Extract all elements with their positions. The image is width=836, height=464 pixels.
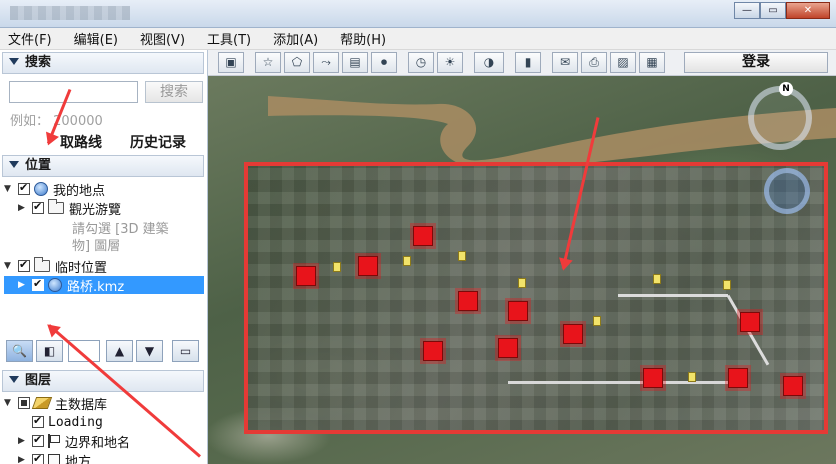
minimize-button[interactable]: — [734, 2, 760, 19]
maximize-button[interactable]: ▭ [760, 2, 786, 19]
places-section-header[interactable]: 位置 [2, 155, 204, 177]
database-layer-icon [31, 397, 53, 409]
historical-imagery-icon[interactable]: ◷ [408, 52, 434, 73]
expand-right-icon[interactable]: ▶ [18, 436, 28, 446]
tree-item-label: 物] 圖層 [72, 238, 121, 254]
directions-link[interactable]: 取路线 [60, 132, 102, 152]
checkbox[interactable] [32, 452, 44, 464]
add-path-icon[interactable]: ⤳ [313, 52, 339, 73]
checkbox[interactable] [18, 258, 30, 272]
search-header-label: 搜索 [25, 55, 52, 70]
flag-icon [48, 434, 60, 448]
close-button[interactable]: ✕ [786, 2, 830, 19]
navigation-compass[interactable] [748, 86, 812, 150]
search-button[interactable]: 搜索 [145, 81, 203, 103]
folder-open-icon [34, 257, 50, 272]
sidebar: 搜索 搜索 例如： 200000 取路线 历史记录 位置 ▼ 我的地点 ▶ 觀光… [0, 50, 208, 464]
checkbox[interactable] [18, 397, 30, 409]
save-image-icon[interactable]: ▨ [610, 52, 636, 73]
search-input[interactable] [9, 81, 138, 103]
menu-file[interactable]: 文件(F) [8, 29, 52, 48]
expand-down-icon[interactable]: ▼ [4, 261, 14, 271]
collapse-triangle-icon [9, 161, 19, 168]
move-down-icon[interactable]: ▼ [136, 340, 163, 362]
login-button[interactable]: 登录 [684, 52, 828, 73]
menu-view[interactable]: 视图(V) [140, 29, 185, 48]
history-link[interactable]: 历史记录 [130, 132, 186, 152]
tree-item-hint-line2: 物] 圖層 [72, 235, 121, 254]
tree-item-label: 我的地点 [53, 183, 106, 199]
checkbox[interactable] [32, 433, 44, 447]
expand-down-icon[interactable]: ▼ [4, 184, 14, 194]
add-overlay-icon[interactable]: ▤ [342, 52, 368, 73]
record-tour-icon[interactable]: ⏺ [371, 52, 397, 73]
collapse-triangle-icon [9, 58, 19, 65]
menu-help[interactable]: 帮助(H) [340, 29, 386, 48]
look-joystick[interactable] [764, 168, 810, 214]
tree-item-label: 临时位置 [55, 260, 108, 276]
globe-icon [34, 182, 48, 196]
expand-right-icon[interactable]: ▶ [18, 203, 28, 213]
expand-right-icon[interactable]: ▶ [18, 455, 28, 464]
tree-item-label: 觀光游覽 [69, 202, 122, 218]
places-toolbar: 🔍 ◧ ▲ ▼ ▭ [6, 340, 202, 362]
menu-add[interactable]: 添加(A) [273, 29, 318, 48]
tree-item-label: 地方 [65, 454, 92, 464]
north-indicator[interactable]: N [779, 82, 793, 96]
tree-item-label: 主数据库 [55, 397, 108, 413]
tree-item-label: Loading [48, 414, 103, 430]
folder-icon [48, 199, 64, 214]
menu-bar: 文件(F) 编辑(E) 视图(V) 工具(T) 添加(A) 帮助(H) [0, 28, 836, 50]
checkbox[interactable] [32, 414, 44, 428]
search-places-icon[interactable]: 🔍 [6, 340, 33, 362]
tree-item-places-layer[interactable]: ▶ 地方 [18, 451, 91, 464]
tree-item-label: 路桥.kmz [67, 279, 125, 295]
title-bar: — ▭ ✕ [0, 0, 836, 28]
tree-item-temp-places[interactable]: ▼ 临时位置 [4, 257, 108, 276]
tree-item-sightseeing[interactable]: ▶ 觀光游覽 [18, 199, 122, 218]
layers-header-label: 图层 [25, 373, 52, 388]
search-section-header[interactable]: 搜索 [2, 52, 204, 74]
move-up-icon[interactable]: ▲ [106, 340, 133, 362]
add-polygon-icon[interactable]: ⬠ [284, 52, 310, 73]
checkbox[interactable] [32, 277, 44, 291]
collapse-triangle-icon [9, 376, 19, 383]
tree-item-primary-db[interactable]: ▼ 主数据库 [4, 394, 108, 413]
places-header-label: 位置 [25, 158, 52, 173]
tree-item-my-places[interactable]: ▼ 我的地点 [4, 180, 106, 199]
sidebar-toggle-icon[interactable]: ▣ [218, 52, 244, 73]
tree-item-kmz-selected[interactable]: ▶ 路桥.kmz [4, 276, 204, 295]
menu-edit[interactable]: 编辑(E) [74, 29, 118, 48]
ruler-icon[interactable]: ▮ [515, 52, 541, 73]
map-view[interactable]: N [208, 76, 836, 464]
panel-toggle-icon[interactable]: ◧ [36, 340, 63, 362]
sunlight-icon[interactable]: ☀ [437, 52, 463, 73]
kmz-globe-icon [48, 278, 62, 292]
print-icon[interactable]: ⎙ [581, 52, 607, 73]
tree-item-borders[interactable]: ▶ 边界和地名 [18, 432, 131, 451]
tree-item-label: 边界和地名 [65, 435, 131, 451]
email-icon[interactable]: ✉ [552, 52, 578, 73]
view-in-maps-icon[interactable]: ▦ [639, 52, 665, 73]
square-icon [48, 454, 60, 464]
checkbox[interactable] [18, 181, 30, 195]
tree-item-hint-line1: 請勾選 [3D 建築 [72, 218, 169, 237]
checkbox[interactable] [32, 200, 44, 214]
window-title-blurred [10, 6, 130, 20]
planets-icon[interactable]: ◑ [474, 52, 504, 73]
expand-down-icon[interactable]: ▼ [4, 398, 14, 408]
add-placemark-icon[interactable]: ☆ [255, 52, 281, 73]
tree-item-loading[interactable]: Loading [18, 413, 103, 431]
menu-tools[interactable]: 工具(T) [207, 29, 251, 48]
folder-menu-icon[interactable]: ▭ [172, 340, 199, 362]
window-controls: — ▭ ✕ [734, 2, 830, 19]
expand-right-icon[interactable]: ▶ [18, 280, 28, 290]
highlight-frame [244, 162, 828, 434]
map-toolbar: ▣ ☆ ⬠ ⤳ ▤ ⏺ ◷ ☀ ◑ ▮ ✉ ⎙ ▨ ▦ 登录 [208, 50, 836, 76]
